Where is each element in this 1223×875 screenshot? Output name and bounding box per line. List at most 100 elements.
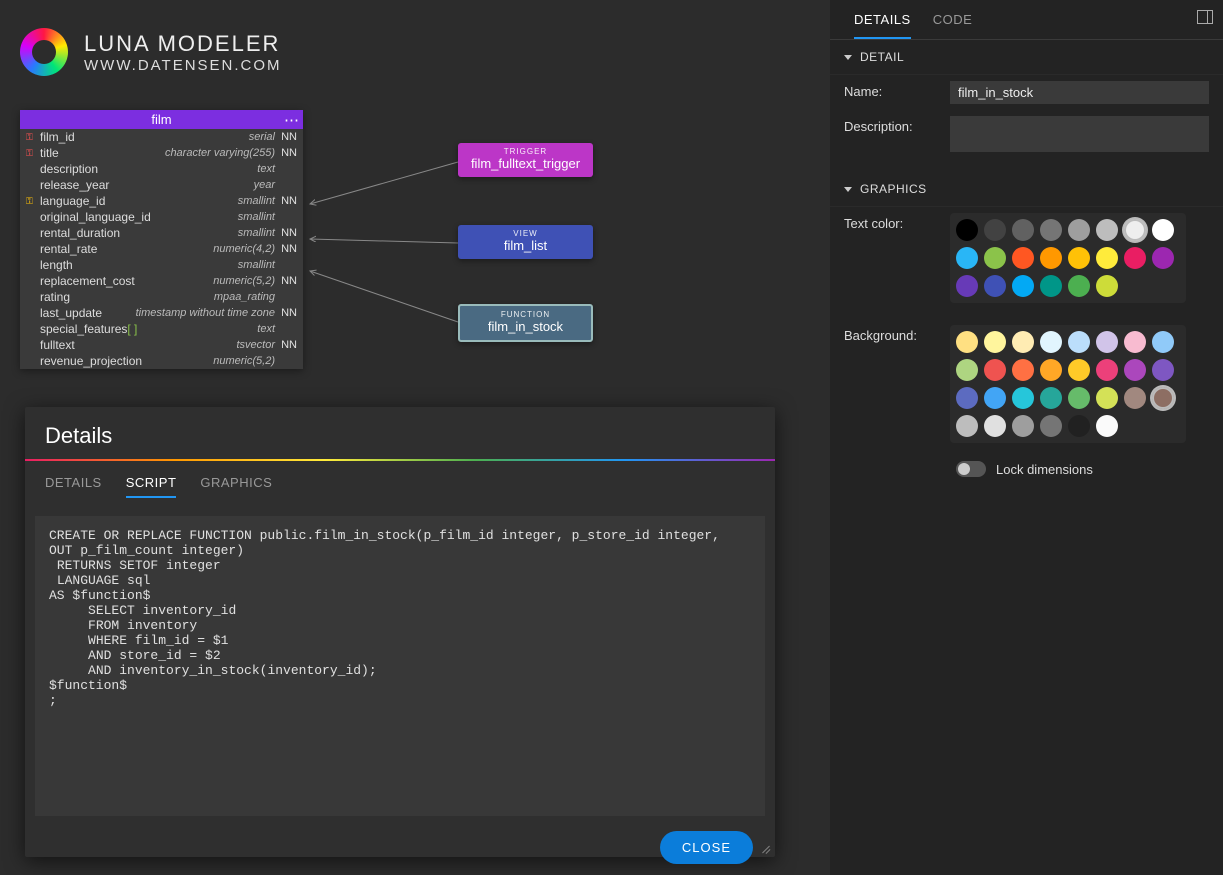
color-swatch[interactable] — [1068, 331, 1090, 353]
table-row[interactable]: ⚿film_idserialNN — [20, 129, 303, 145]
table-row[interactable]: release_yearyear — [20, 177, 303, 193]
color-swatch[interactable] — [1040, 219, 1062, 241]
color-swatch[interactable] — [1012, 387, 1034, 409]
color-swatch[interactable] — [1096, 219, 1118, 241]
color-swatch[interactable] — [1096, 275, 1118, 297]
table-row[interactable]: replacement_costnumeric(5,2)NN — [20, 273, 303, 289]
column-nn: NN — [275, 226, 297, 241]
color-swatch[interactable] — [956, 247, 978, 269]
table-row[interactable]: descriptiontext — [20, 161, 303, 177]
color-swatch[interactable] — [984, 219, 1006, 241]
color-swatch[interactable] — [984, 247, 1006, 269]
entity-film[interactable]: film ⋯ ⚿film_idserialNN⚿titlecharacter v… — [20, 110, 303, 369]
color-swatch[interactable] — [1124, 331, 1146, 353]
badge-view[interactable]: VIEW film_list — [458, 225, 593, 259]
close-button[interactable]: CLOSE — [660, 831, 753, 864]
color-swatch[interactable] — [956, 359, 978, 381]
color-swatch[interactable] — [1012, 275, 1034, 297]
color-swatch[interactable] — [1040, 331, 1062, 353]
color-swatch[interactable] — [1124, 387, 1146, 409]
color-swatch[interactable] — [984, 415, 1006, 437]
color-swatch[interactable] — [1040, 275, 1062, 297]
section-detail[interactable]: DETAIL — [830, 40, 1223, 75]
color-swatch[interactable] — [1068, 275, 1090, 297]
key-pk-icon: ⚿ — [26, 146, 40, 161]
color-swatch[interactable] — [1152, 359, 1174, 381]
table-row[interactable]: rental_durationsmallintNN — [20, 225, 303, 241]
color-swatch[interactable] — [1096, 331, 1118, 353]
color-swatch[interactable] — [956, 387, 978, 409]
name-input[interactable] — [950, 81, 1209, 104]
color-swatch[interactable] — [1040, 247, 1062, 269]
color-swatch[interactable] — [956, 415, 978, 437]
sidebar-tab-details[interactable]: DETAILS — [854, 12, 911, 39]
color-swatch[interactable] — [984, 387, 1006, 409]
table-row[interactable]: special_features[ ]text — [20, 321, 303, 337]
color-swatch[interactable] — [956, 275, 978, 297]
tab-details[interactable]: DETAILS — [45, 475, 102, 498]
column-name: film_id — [40, 130, 75, 145]
script-editor[interactable] — [35, 516, 765, 816]
tab-graphics[interactable]: GRAPHICS — [200, 475, 272, 498]
table-row[interactable]: revenue_projectionnumeric(5,2) — [20, 353, 303, 369]
color-swatch[interactable] — [1068, 247, 1090, 269]
column-nn: NN — [275, 242, 297, 257]
color-swatch[interactable] — [1152, 247, 1174, 269]
table-row[interactable]: rental_ratenumeric(4,2)NN — [20, 241, 303, 257]
column-type: smallint — [238, 194, 275, 209]
column-nn: NN — [275, 130, 297, 145]
color-swatch[interactable] — [1152, 219, 1174, 241]
table-row[interactable]: ⚿titlecharacter varying(255)NN — [20, 145, 303, 161]
entity-menu-icon[interactable]: ⋯ — [284, 111, 297, 129]
layout-toggle-icon[interactable] — [1197, 10, 1213, 24]
resize-handle-icon[interactable] — [759, 841, 771, 853]
table-row[interactable]: ⚿language_idsmallintNN — [20, 193, 303, 209]
color-swatch[interactable] — [1068, 219, 1090, 241]
tab-script[interactable]: SCRIPT — [126, 475, 177, 498]
color-swatch[interactable] — [1040, 387, 1062, 409]
color-swatch[interactable] — [1068, 359, 1090, 381]
lock-dimensions-toggle[interactable] — [956, 461, 986, 477]
color-swatch[interactable] — [1096, 359, 1118, 381]
column-name: rental_duration — [40, 226, 120, 241]
color-swatch[interactable] — [1124, 247, 1146, 269]
color-swatch[interactable] — [956, 219, 978, 241]
color-swatch[interactable] — [1096, 415, 1118, 437]
color-swatch[interactable] — [1068, 415, 1090, 437]
description-input[interactable] — [950, 116, 1209, 152]
color-swatch[interactable] — [984, 359, 1006, 381]
column-type: tsvector — [236, 338, 275, 353]
section-graphics[interactable]: GRAPHICS — [830, 172, 1223, 207]
sidebar-tab-code[interactable]: CODE — [933, 12, 973, 39]
color-swatch[interactable] — [1068, 387, 1090, 409]
color-swatch[interactable] — [1040, 415, 1062, 437]
color-swatch[interactable] — [956, 331, 978, 353]
color-swatch[interactable] — [1012, 359, 1034, 381]
column-name: revenue_projection — [40, 354, 142, 369]
color-swatch[interactable] — [1152, 387, 1174, 409]
color-swatch[interactable] — [1012, 331, 1034, 353]
badge-function[interactable]: FUNCTION film_in_stock — [458, 304, 593, 342]
badge-trigger[interactable]: TRIGGER film_fulltext_trigger — [458, 143, 593, 177]
color-swatch[interactable] — [1152, 331, 1174, 353]
table-row[interactable]: last_updatetimestamp without time zoneNN — [20, 305, 303, 321]
color-swatch[interactable] — [1124, 219, 1146, 241]
table-row[interactable]: lengthsmallint — [20, 257, 303, 273]
column-type: numeric(5,2) — [213, 274, 275, 289]
column-name: language_id — [40, 194, 105, 209]
color-swatch[interactable] — [1012, 415, 1034, 437]
color-swatch[interactable] — [1096, 247, 1118, 269]
color-swatch[interactable] — [984, 331, 1006, 353]
table-row[interactable]: fulltexttsvectorNN — [20, 337, 303, 353]
color-swatch[interactable] — [984, 275, 1006, 297]
table-row[interactable]: ratingmpaa_rating — [20, 289, 303, 305]
entity-header[interactable]: film ⋯ — [20, 110, 303, 129]
table-row[interactable]: original_language_idsmallint — [20, 209, 303, 225]
color-swatch[interactable] — [1012, 219, 1034, 241]
column-nn: NN — [275, 306, 297, 321]
column-type: numeric(4,2) — [213, 242, 275, 257]
color-swatch[interactable] — [1096, 387, 1118, 409]
color-swatch[interactable] — [1040, 359, 1062, 381]
color-swatch[interactable] — [1012, 247, 1034, 269]
color-swatch[interactable] — [1124, 359, 1146, 381]
